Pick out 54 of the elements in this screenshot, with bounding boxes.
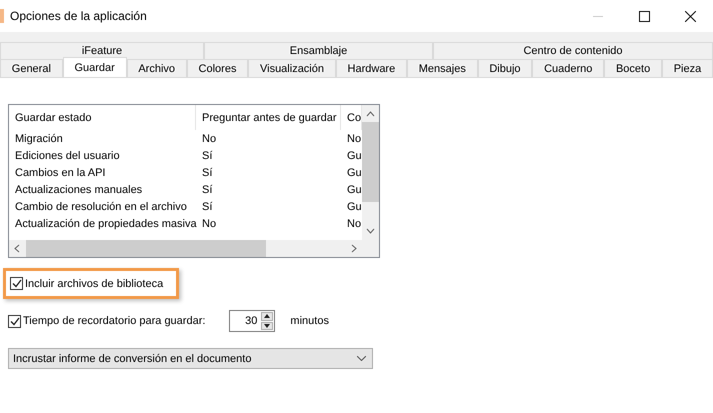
- table-cell-text: No: [346, 216, 362, 232]
- column-header[interactable]: Preguntar antes de guardar: [196, 105, 341, 130]
- table-cell-text: Sí: [201, 200, 214, 214]
- checkbox-label: Tiempo de recordatorio para guardar:: [23, 315, 206, 327]
- horizontal-scrollbar[interactable]: [9, 240, 362, 257]
- table-cell-text: No: [201, 132, 218, 146]
- table-cell-text: Migración: [14, 132, 64, 146]
- chevron-icon: [357, 356, 366, 361]
- table-cell-text: No: [201, 216, 218, 232]
- app-icon: [0, 9, 4, 23]
- down-triangle-icon: [264, 324, 270, 328]
- tab[interactable]: Mensajes: [406, 59, 478, 77]
- tab-group[interactable]: iFeature: [0, 42, 204, 59]
- tab[interactable]: Pieza: [662, 59, 713, 77]
- table-cell-text: Cambios en la API: [14, 166, 106, 180]
- tab[interactable]: Colores: [186, 59, 248, 77]
- minutes-spinbox[interactable]: 30: [229, 310, 276, 332]
- table-cell-text: Sí: [201, 148, 214, 164]
- table-cell-text: Ediciones del usuario: [14, 148, 121, 164]
- vertical-scrollbar[interactable]: [362, 105, 379, 240]
- spin-down-button[interactable]: [261, 322, 274, 330]
- tab-group[interactable]: Centro de contenido: [433, 42, 713, 59]
- tab-group[interactable]: Ensamblaje: [204, 42, 433, 59]
- scroll-thumb[interactable]: [362, 122, 379, 202]
- maximize-icon[interactable]: [638, 10, 650, 22]
- table-cell-text: Gu: [346, 200, 362, 214]
- unit-label: minutos: [290, 315, 329, 327]
- table-cell-text: Actualización de propiedades masiva: [14, 216, 196, 232]
- tab[interactable]: General: [0, 59, 63, 77]
- report-dropdown[interactable]: Incrustar informe de conversión en el documento: [8, 348, 373, 369]
- tab[interactable]: Boceto: [604, 59, 662, 77]
- tab[interactable]: Hardware: [336, 59, 407, 77]
- table-cell-text: Sí: [201, 166, 214, 180]
- table-cell-text: No: [346, 132, 362, 146]
- tab[interactable]: Visualización: [248, 59, 336, 77]
- checkbox[interactable]: [10, 277, 23, 290]
- spin-up-button[interactable]: [261, 312, 274, 320]
- table-cell-text: Gu: [346, 148, 362, 164]
- table-cell-text: Cambio de resolución en el archivo: [14, 200, 188, 214]
- tab[interactable]: Cuaderno: [532, 59, 604, 77]
- window-title: Opciones de la aplicación: [10, 9, 148, 23]
- table-cell-text: Actualizaciones manuales: [14, 182, 144, 198]
- checkbox[interactable]: [8, 314, 21, 328]
- table-cell-text: Sí: [201, 182, 214, 198]
- column-header[interactable]: Guardar estado: [9, 105, 196, 130]
- checkbox-label: Incluir archivos de biblioteca: [25, 278, 164, 290]
- table-cell-text: Gu: [346, 182, 362, 198]
- up-triangle-icon: [264, 314, 270, 318]
- table-cell-text: Gu: [346, 166, 362, 180]
- tab[interactable]: Archivo: [126, 59, 187, 77]
- close-icon[interactable]: [684, 10, 696, 22]
- tab[interactable]: Dibujo: [478, 59, 532, 77]
- tab[interactable]: Guardar: [62, 57, 127, 77]
- scroll-thumb[interactable]: [26, 240, 266, 257]
